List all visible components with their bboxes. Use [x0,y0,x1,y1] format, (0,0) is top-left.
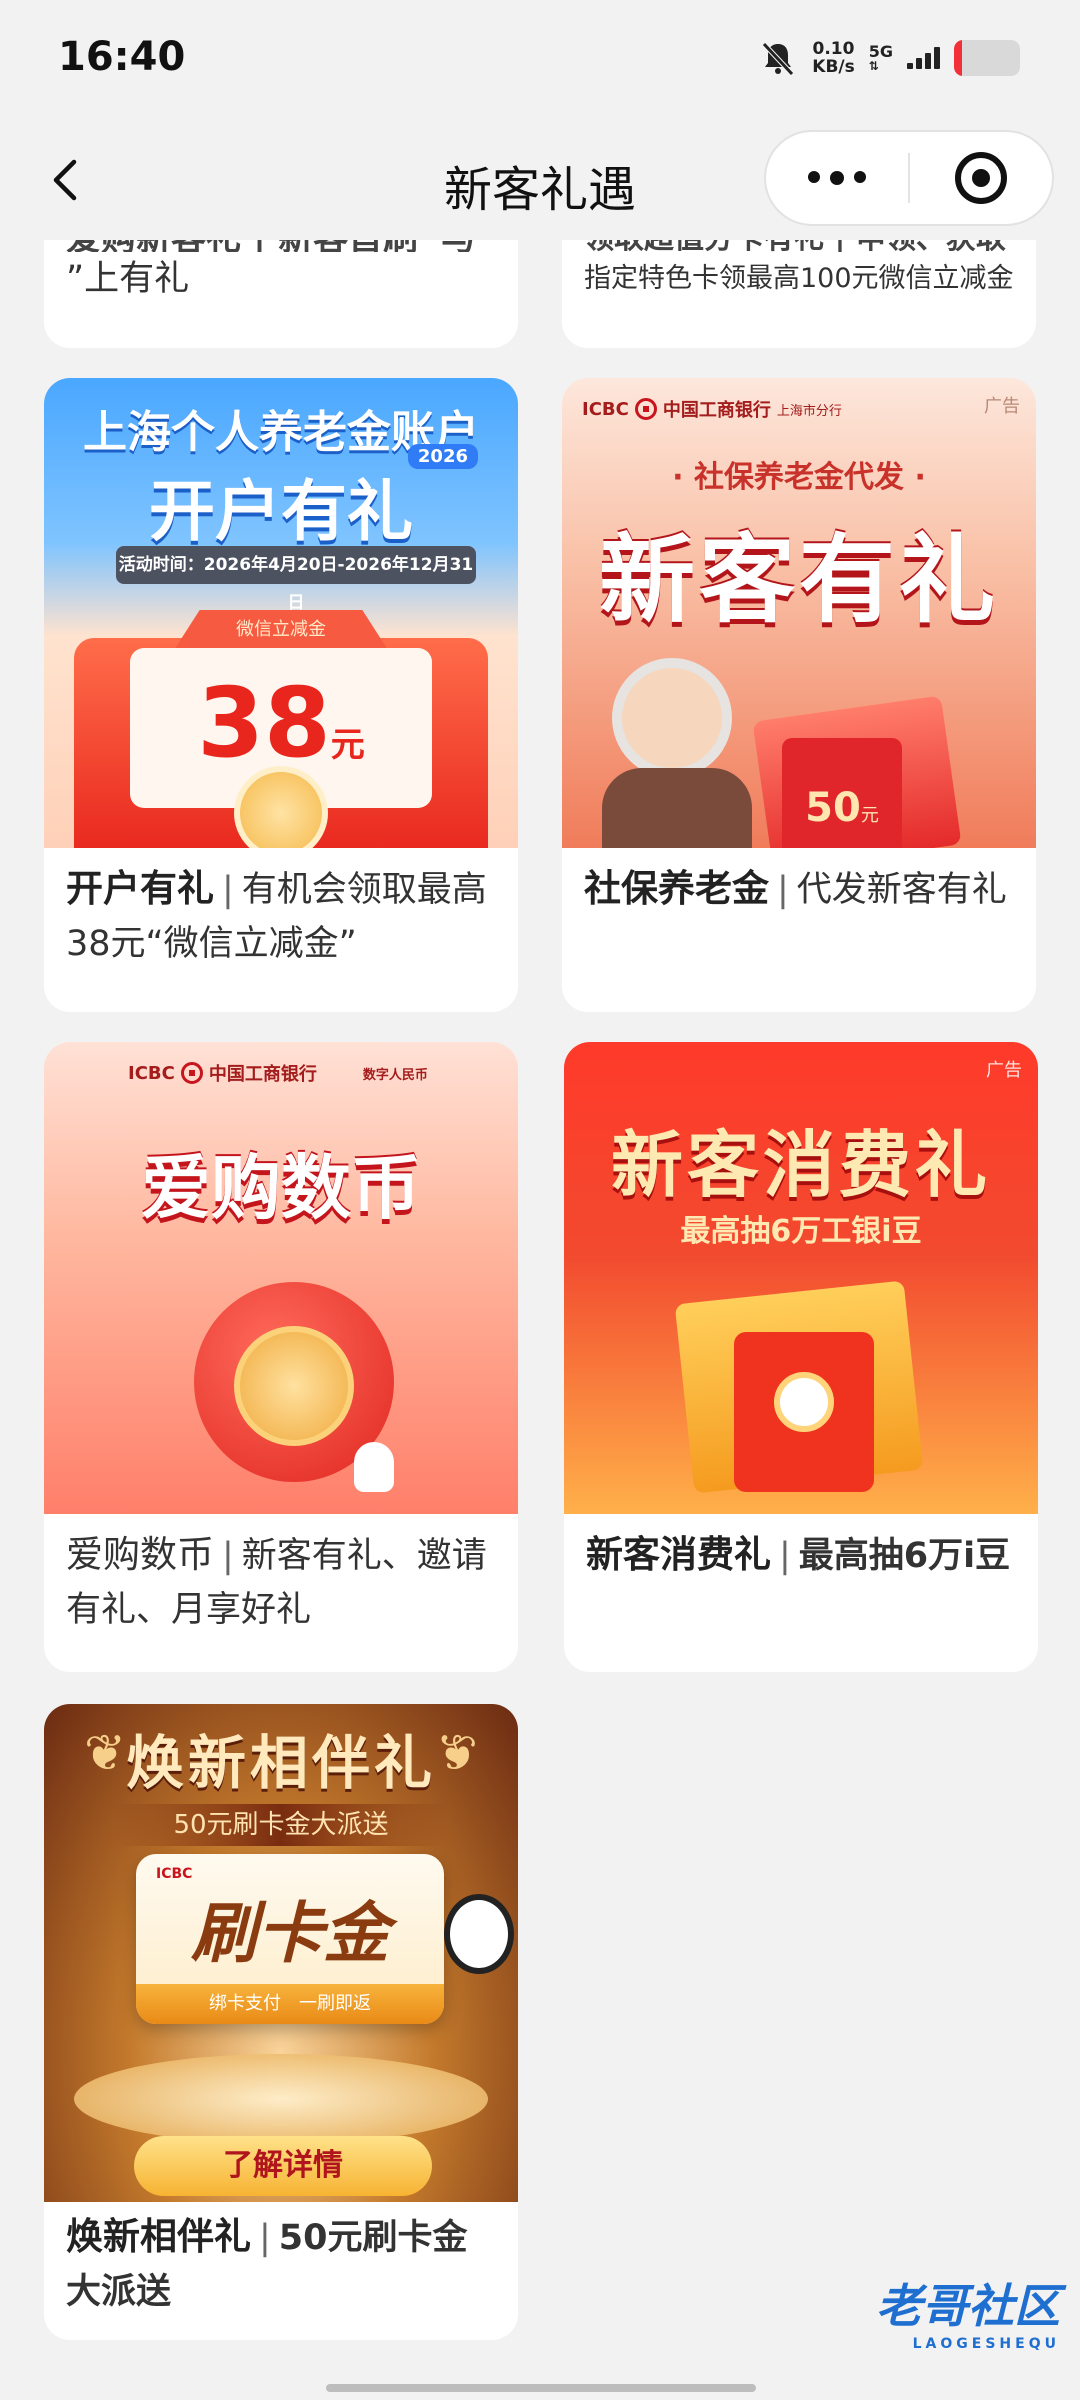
nav-bar: 新客礼遇 [0,120,1080,240]
banner-subtitle: 50元刷卡金大派送 [114,1804,448,1846]
coin-icon [234,1326,354,1446]
laurel-right-icon: ❦ [436,1724,478,1782]
status-icons: 0.10 KB/s 5G ⇅ [758,36,1020,80]
card-caption: 爱购新客礼 | 新客首刷“与 ”上有礼 [44,240,518,306]
icbc-name: 中国工商银行 [208,1064,317,1085]
card-caption: 焕新相伴礼 | 50元刷卡金大派送 [66,2215,468,2312]
signal-icon [907,47,940,69]
icbc-en: ICBC [582,398,629,420]
pedestal [74,2054,488,2144]
card-caption-partial-line: 爱购新客礼 | 新客首刷“与 [66,240,496,252]
coupon-unit: 元 [330,725,365,765]
banner-title: 爱购数币 [141,1147,421,1229]
banner-title: 新客消费礼 [610,1123,991,1207]
card-caption-text: ”上有礼 [66,259,190,299]
battery-icon [954,40,1020,76]
elderly-illustration [612,658,732,778]
mini-program-capsule [764,130,1054,226]
watermark-sub: LAOGESHEQU [912,2336,1060,2352]
banner-renew-gift: 焕新相伴礼 ❦ ❦ 50元刷卡金大派送 ICBC 刷卡金 绑卡支付 一刷即返 了… [44,1704,518,2202]
rabbit-icon [354,1442,394,1492]
promo-card-consume-gift[interactable]: 广告 新客消费礼 最高抽6万工银i豆 新客消费礼 | 最高抽6万i豆 [564,1042,1038,1672]
coupon-amount: 38 [197,667,331,779]
promo-card-pension-account[interactable]: 上海个人养老金账户 2026 开户有礼 活动时间：2026年4月20日-2026… [44,378,518,1012]
battery-level [954,40,962,76]
card-caption-partial-line: 领取超值分卡有礼 | 申领、获取 [584,240,1014,252]
envelope-unit: 元 [860,805,879,826]
banner-social-pension: ICBC 中国工商银行 上海市分行 广告 · 社保养老金代发 · 新客有礼 50… [562,378,1036,848]
banner-subtitle: 最高抽6万工银i豆 [680,1214,922,1249]
envelope-amount: 50 [805,785,861,831]
elderly-body [602,768,752,848]
home-indicator[interactable] [326,2384,756,2392]
status-bar: 16:40 0.10 KB/s 5G ⇅ [0,0,1080,120]
bell-muted-icon [762,42,795,76]
card-caption: 开户有礼 | 有机会领取最高38元“微信立减金” [66,867,487,964]
network-speed: 0.10 KB/s [812,40,854,76]
icbc-brand: ICBC 中国工商银行 上海市分行 [582,396,842,422]
card-title: 刷卡金 [191,1895,389,1972]
icbc-name: 中国工商银行 [662,400,771,421]
status-time: 16:40 [58,34,186,80]
target-icon [954,152,1007,204]
promo-card-partial-right[interactable]: 领取超值分卡有礼 | 申领、获取 指定特色卡领最高100元微信立减金 [562,240,1036,348]
card-caption: 领取超值分卡有礼 | 申领、获取 指定特色卡领最高100元微信立减金 [562,240,1036,306]
data-arrows-icon: ⇅ [868,59,879,73]
network-type-label: 5G [868,42,893,61]
card-caption-desc: 最高抽6万i豆 [798,1536,1011,1576]
card-caption-title: 爱购数币 [66,1533,214,1576]
banner-pension-account: 上海个人养老金账户 2026 开户有礼 活动时间：2026年4月20日-2026… [44,378,518,848]
card-caption-desc: 代发新客有礼 [796,870,1007,910]
banner-title: 新客有礼 [599,524,999,636]
promo-card-partial-left[interactable]: 爱购新客礼 | 新客首刷“与 ”上有礼 [44,240,518,348]
banner-period: 活动时间：2026年4月20日-2026年12月31日 [116,546,476,613]
card-caption: 爱购数币 | 新客有礼、邀请有礼、月享好礼 [66,1533,487,1630]
network-speed-value: 0.10 [812,39,855,59]
banner-consume-gift: 广告 新客消费礼 最高抽6万工银i豆 [564,1042,1038,1514]
watermark-logo: 老哥社区 LAOGESHEQU [876,2270,1060,2352]
promo-card-social-pension[interactable]: ICBC 中国工商银行 上海市分行 广告 · 社保养老金代发 · 新客有礼 50… [562,378,1036,1012]
card-caption-text: 指定特色卡领最高100元微信立减金 [584,263,1014,294]
promo-card-digital-rmb[interactable]: ICBC 中国工商银行 数字人民币 爱购数币 爱购数币 | 新客有礼、邀请有礼、月享… [44,1042,518,1672]
card-sub: 绑卡支付 一刷即返 [136,1984,444,2024]
promo-card-renew-gift[interactable]: 焕新相伴礼 ❦ ❦ 50元刷卡金大派送 ICBC 刷卡金 绑卡支付 一刷即返 了… [44,1704,518,2340]
network-speed-unit: KB/s [812,57,855,77]
card-graphic: ICBC 刷卡金 绑卡支付 一刷即返 [136,1854,444,2024]
more-dots-icon[interactable] [766,171,908,185]
card-caption: 社保养老金 | 代发新客有礼 [584,867,1007,910]
ad-tag: 广告 [984,396,1020,417]
icbc-logo-icon [634,398,657,420]
card-caption-title: 新客消费礼 [586,1533,771,1576]
envelope-50: 50元 [782,738,902,848]
learn-more-button[interactable]: 了解详情 [134,2136,432,2196]
banner-ribbon: 微信立减金 [174,610,388,650]
icbc-branch: 上海市分行 [776,403,842,419]
card-caption-title: 开户有礼 [66,867,214,910]
close-mini-program-button[interactable] [910,152,1052,204]
icbc-brand: ICBC 中国工商银行 数字人民币 [128,1060,428,1086]
laurel-left-icon: ❦ [84,1724,126,1782]
banner-title-line2: 开户有礼 [149,473,413,550]
panda-icon [444,1894,514,1974]
watermark-text: 老哥社区 [876,2279,1060,2333]
network-type: 5G ⇅ [868,42,893,73]
banner-digital-rmb: ICBC 中国工商银行 数字人民币 爱购数币 [44,1042,518,1514]
icbc-en: ICBC [128,1062,175,1084]
card-caption-title: 社保养老金 [584,867,769,910]
card-caption-title: 焕新相伴礼 [66,2215,251,2258]
envelope-seal [774,1372,834,1432]
card-caption: 新客消费礼 | 最高抽6万i豆 [586,1533,1011,1576]
icbc-logo-icon [180,1062,203,1084]
banner-subtitle: · 社保养老金代发 · [672,460,926,495]
ad-tag: 广告 [986,1060,1022,1081]
ecny-partner: 数字人民币 [362,1067,428,1083]
